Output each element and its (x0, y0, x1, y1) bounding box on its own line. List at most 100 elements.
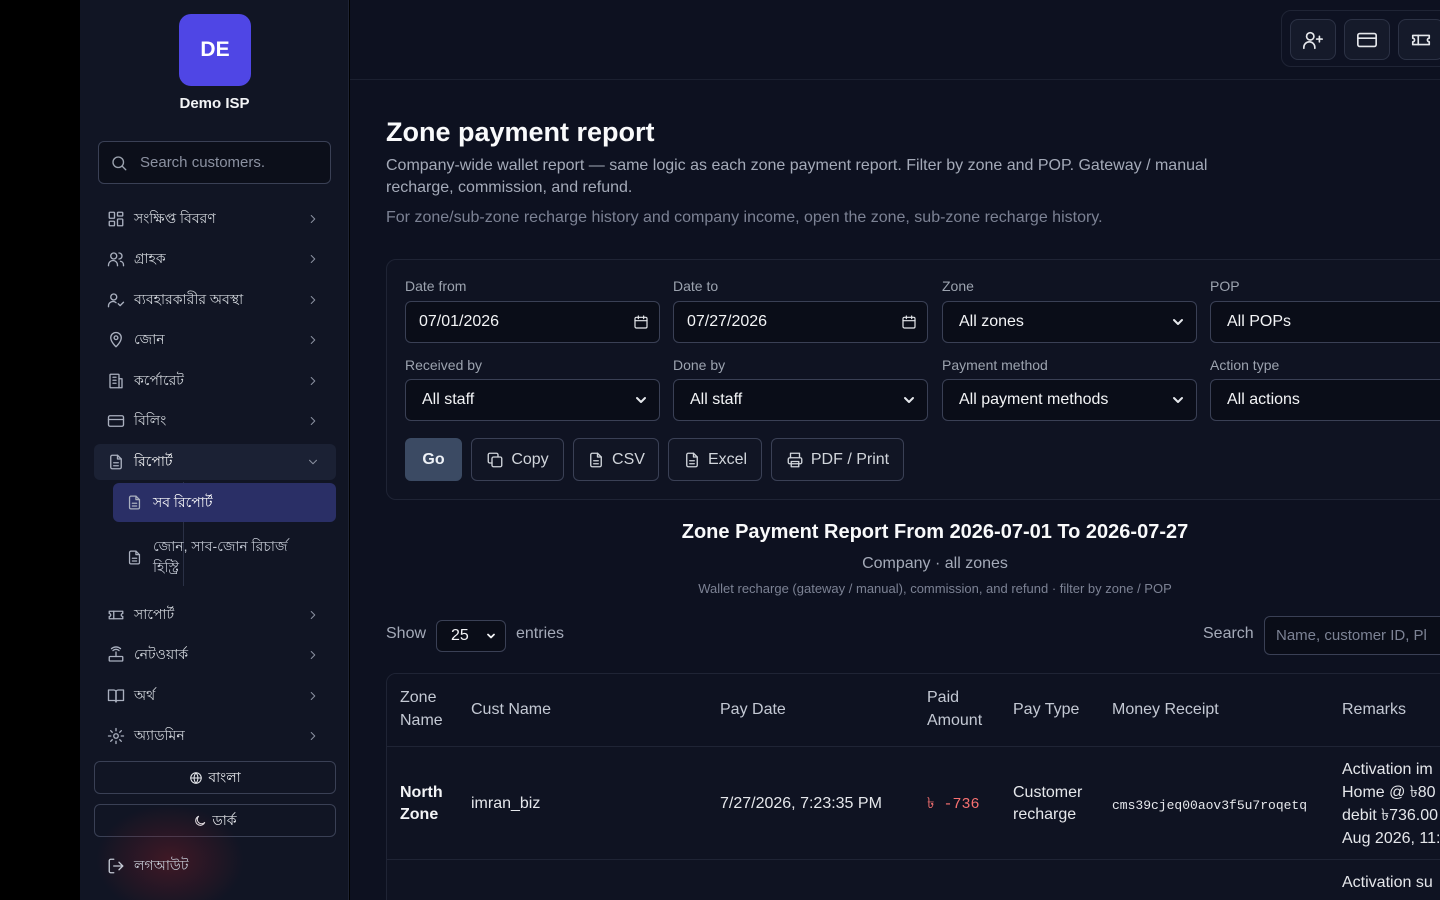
remarks-line: Aug 2026, 11: (1342, 830, 1440, 847)
column-header-pay-date[interactable]: Pay Date (720, 698, 786, 721)
pop-label: POP (1210, 278, 1240, 294)
column-header-zone-name[interactable]: Zone Name (400, 686, 460, 732)
column-header-pay-type[interactable]: Pay Type (1013, 698, 1079, 721)
customer-search[interactable] (98, 141, 331, 184)
action-type-value: All actions (1227, 391, 1300, 408)
sidebar-item-network[interactable]: নেটওয়ার্ক (94, 637, 336, 673)
sidebar-item-zone[interactable]: জোন (94, 322, 336, 358)
chevron-right-icon (306, 608, 320, 622)
pop-select[interactable]: All POPs (1210, 301, 1440, 343)
sidebar-item-label: কর্পোরেট (134, 372, 184, 388)
remarks-line: debit ৳736.00 (1342, 807, 1439, 824)
sidebar-subitem-zone-recharge-history[interactable]: জোন, সাব-জোন রিচার্জ হিস্ট্রি (113, 534, 313, 580)
date-from-input[interactable]: 07/01/2026 (405, 301, 660, 343)
top-bar (350, 0, 1440, 80)
received-by-label: Received by (405, 357, 483, 373)
column-header-remarks[interactable]: Remarks (1342, 698, 1406, 721)
cell-zone-name: North Zone (400, 784, 443, 823)
sidebar-item-user-status[interactable]: ব্যবহারকারীর অবস্থা (94, 282, 336, 318)
entries-per-page-value: 25 (451, 627, 469, 644)
sidebar-item-support[interactable]: সাপোর্ট (94, 597, 336, 633)
pdf-print-button[interactable]: PDF / Print (771, 438, 904, 481)
credit-card-icon (107, 412, 125, 430)
sidebar-subitem-all-reports[interactable]: সব রিপোর্ট (113, 483, 336, 522)
logout-button[interactable]: লগআউট (94, 848, 336, 884)
brand-logo: DE (179, 14, 251, 86)
cell-remarks: Activation su (1342, 871, 1433, 894)
main-content: Zone payment report Company-wide wallet … (350, 0, 1440, 900)
sidebar-subitem-label: জোন, সাব-জোন রিচার্জ হিস্ট্রি (153, 538, 288, 575)
filter-card: Date from 07/01/2026 Date to 07/27/2026 … (386, 259, 1440, 500)
chevron-right-icon (306, 414, 320, 428)
sidebar-item-corporate[interactable]: কর্পোরেট (94, 363, 336, 399)
column-header-cust-name[interactable]: Cust Name (471, 698, 551, 721)
language-toggle-label: বাংলা (208, 768, 241, 785)
table-header: Zone Name Cust Name Pay Date Paid Amount… (387, 674, 1440, 747)
copy-icon (486, 451, 504, 469)
topbar-toolbar (1281, 10, 1440, 67)
pop-select-value: All POPs (1227, 313, 1292, 330)
chevron-right-icon (306, 648, 320, 662)
calendar-icon (633, 314, 649, 330)
sidebar-item-overview[interactable]: সংক্ষিপ্ত বিবরণ (94, 201, 336, 237)
excel-button[interactable]: Excel (668, 438, 762, 481)
user-plus-icon (1302, 29, 1324, 51)
payments-table: Zone Name Cust Name Pay Date Paid Amount… (386, 673, 1440, 900)
sidebar-item-customers[interactable]: গ্রাহক (94, 241, 336, 277)
go-button[interactable]: Go (405, 438, 462, 481)
sidebar-item-label: রিপোর্ট (134, 453, 173, 469)
done-by-select[interactable]: All staff (673, 379, 928, 421)
csv-button[interactable]: CSV (573, 438, 659, 481)
payment-method-value: All payment methods (959, 391, 1109, 408)
sidebar-item-admin[interactable]: অ্যাডমিন (94, 718, 336, 754)
theme-toggle-label: ডার্ক (212, 811, 237, 828)
billing-shortcut-button[interactable] (1344, 19, 1390, 60)
building-icon (107, 372, 125, 390)
done-by-value: All staff (690, 391, 743, 408)
action-type-select[interactable]: All actions (1210, 379, 1440, 421)
sidebar-item-finance[interactable]: অর্থ (94, 678, 336, 714)
remarks-line: Home @ ৳80 (1342, 784, 1436, 801)
router-icon (107, 646, 125, 664)
page-note: For zone/sub-zone recharge history and c… (386, 209, 1103, 226)
entries-per-page-select[interactable]: 25 (436, 620, 506, 652)
sidebar-item-label: অর্থ (134, 687, 156, 703)
support-ticket-button[interactable] (1398, 19, 1440, 60)
zone-select[interactable]: All zones (942, 301, 1197, 343)
theme-toggle-button[interactable]: ডার্ক (94, 804, 336, 837)
remarks-line: Activation su (1342, 874, 1433, 891)
cell-cust-name[interactable]: imran_biz (471, 793, 540, 815)
entries-label: entries (516, 625, 565, 642)
action-type-label: Action type (1210, 357, 1280, 373)
sidebar-item-reports[interactable]: রিপোর্ট (94, 444, 336, 480)
column-header-money-receipt[interactable]: Money Receipt (1112, 698, 1219, 721)
language-toggle-button[interactable]: বাংলা (94, 761, 336, 794)
users-icon (107, 250, 125, 268)
file-csv-icon (587, 451, 605, 469)
zone-select-value: All zones (959, 313, 1024, 330)
received-by-select[interactable]: All staff (405, 379, 660, 421)
date-to-input[interactable]: 07/27/2026 (673, 301, 928, 343)
sidebar-item-label: অ্যাডমিন (134, 727, 185, 743)
sidebar-item-label: ব্যবহারকারীর অবস্থা (134, 291, 244, 307)
excel-button-label: Excel (707, 450, 748, 468)
add-customer-button[interactable] (1290, 19, 1336, 60)
cell-paid-amount: ৳ -736 (927, 796, 980, 813)
copy-button[interactable]: Copy (471, 438, 564, 481)
customer-search-input[interactable] (140, 154, 320, 171)
payment-method-select[interactable]: All payment methods (942, 379, 1197, 421)
received-by-value: All staff (422, 391, 475, 408)
gear-icon (107, 727, 125, 745)
sidebar-subitem-label: সব রিপোর্ট (153, 494, 213, 510)
column-header-paid-amount[interactable]: Paid Amount (927, 686, 997, 732)
ticket-icon (1410, 29, 1432, 51)
date-to-value: 07/27/2026 (687, 313, 768, 330)
map-pin-icon (107, 331, 125, 349)
sidebar-item-billing[interactable]: বিলিং (94, 403, 336, 439)
sidebar-item-label: সাপোর্ট (134, 606, 175, 622)
cell-pay-date: 7/27/2026, 7:23:35 PM (720, 795, 882, 812)
table-search-input[interactable] (1264, 616, 1440, 655)
search-icon (110, 154, 128, 172)
chevron-right-icon (306, 212, 320, 226)
sidebar-item-label: সংক্ষিপ্ত বিবরণ (134, 210, 216, 226)
